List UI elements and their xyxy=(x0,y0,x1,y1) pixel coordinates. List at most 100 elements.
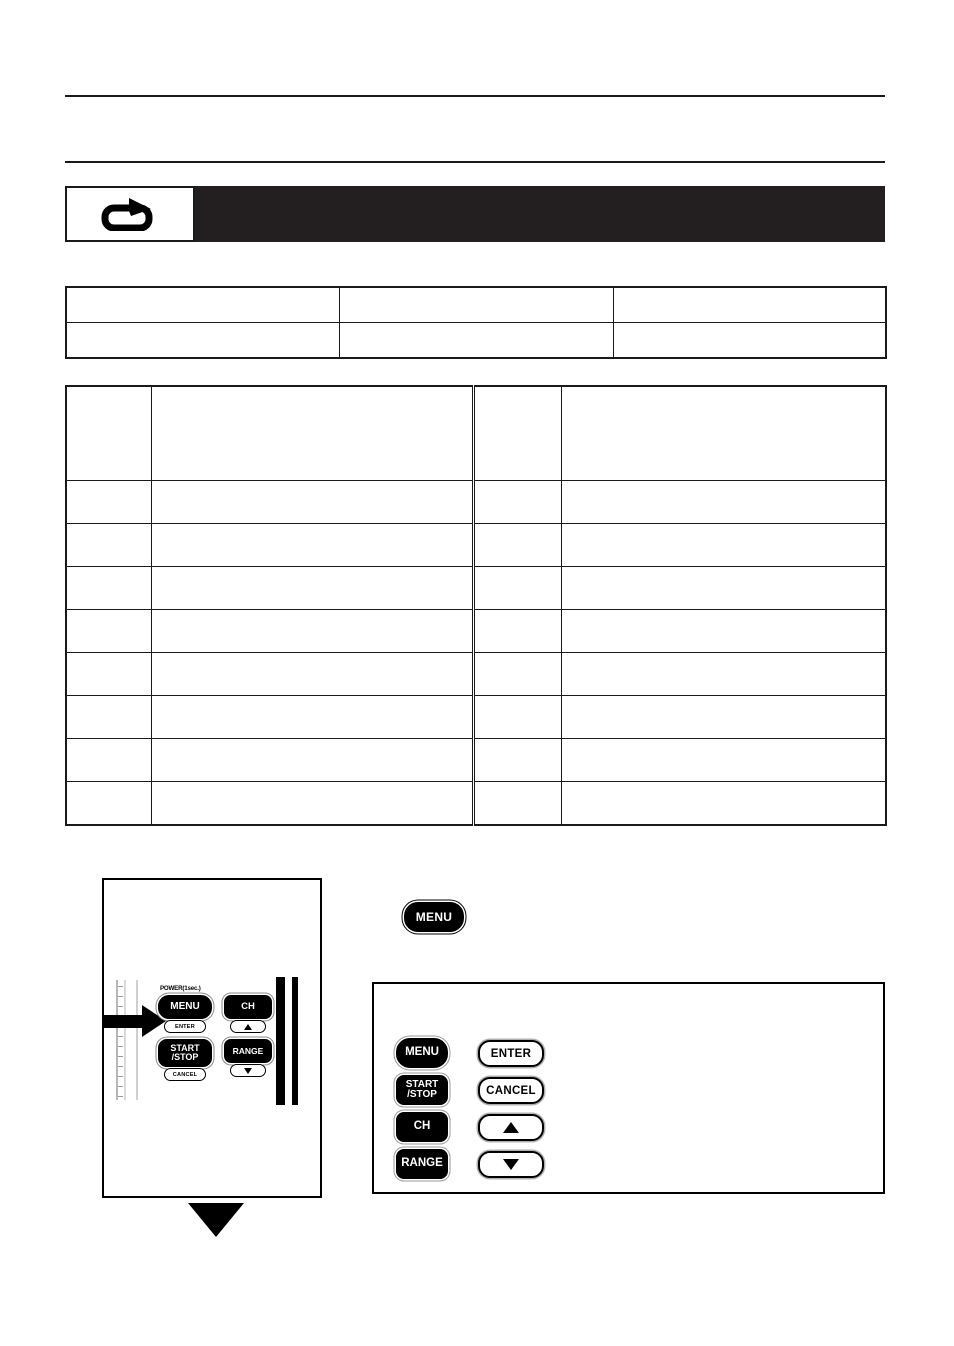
panel-side-bars xyxy=(274,977,302,1105)
table-cell xyxy=(65,566,152,610)
table-cell xyxy=(65,322,340,359)
table-cell xyxy=(150,695,474,739)
table-row xyxy=(65,609,887,653)
header-rule-top xyxy=(65,95,885,97)
table-cell xyxy=(150,781,474,826)
legend-row: RANGE xyxy=(396,1147,596,1184)
table-cell xyxy=(560,781,887,826)
legend-sub-down[interactable] xyxy=(478,1151,544,1178)
table-row xyxy=(65,652,887,696)
table-cell xyxy=(560,609,887,653)
table-cell xyxy=(150,480,474,524)
legend-key-menu[interactable]: MENU xyxy=(396,1038,448,1068)
table-cell xyxy=(612,286,887,323)
table-row xyxy=(65,781,887,826)
table-cell xyxy=(471,566,562,610)
legend-sub-cancel[interactable]: CANCEL xyxy=(478,1077,544,1104)
section-icon-box xyxy=(65,186,195,242)
info-table xyxy=(65,286,887,359)
flow-down-triangle-icon xyxy=(188,1203,244,1237)
table-row xyxy=(65,566,887,610)
legend-sub-enter[interactable]: ENTER xyxy=(478,1040,544,1067)
legend-key-ch[interactable]: CH xyxy=(396,1112,448,1142)
info-table-body xyxy=(65,286,887,359)
device-key-menu[interactable]: MENU xyxy=(158,995,212,1019)
table-cell xyxy=(560,652,887,696)
table-cell xyxy=(560,480,887,524)
scale-line xyxy=(136,980,138,1100)
table-cell xyxy=(150,609,474,653)
table-row xyxy=(65,738,887,782)
table-cell xyxy=(65,385,152,481)
section-banner xyxy=(65,186,885,242)
triangle-up-icon xyxy=(244,1023,252,1030)
device-keypad: POWER(1sec.) MENU ENTER START/STOP CANCE… xyxy=(152,985,272,1110)
legend-box: MENU ENTER START/STOP CANCEL CH RANGE xyxy=(372,982,885,1194)
table-cell xyxy=(65,523,152,567)
table-cell xyxy=(471,652,562,696)
device-key-start-stop[interactable]: START/STOP xyxy=(158,1039,212,1067)
legend-key-range[interactable]: RANGE xyxy=(396,1149,448,1179)
table-row xyxy=(65,385,887,481)
document-page: POWER(1sec.) MENU ENTER START/STOP CANCE… xyxy=(0,0,954,1346)
table-row xyxy=(65,322,887,359)
table-cell xyxy=(612,322,887,359)
table-cell xyxy=(338,286,614,323)
table-cell xyxy=(150,738,474,782)
table-cell xyxy=(560,566,887,610)
table-cell xyxy=(150,385,474,481)
table-cell xyxy=(65,609,152,653)
table-row xyxy=(65,523,887,567)
table-cell xyxy=(560,385,887,481)
table-cell xyxy=(471,385,562,481)
device-subkey-cancel[interactable]: CANCEL xyxy=(164,1068,206,1081)
legend-sub-up[interactable] xyxy=(478,1114,544,1141)
legend-key-start-stop[interactable]: START/STOP xyxy=(396,1075,448,1105)
table-cell xyxy=(150,566,474,610)
table-row xyxy=(65,286,887,323)
triangle-down-icon xyxy=(244,1067,252,1074)
legend-rows: MENU ENTER START/STOP CANCEL CH RANGE xyxy=(396,1036,596,1184)
table-cell xyxy=(560,523,887,567)
table-cell xyxy=(560,695,887,739)
spec-table xyxy=(65,385,887,826)
section-banner-bar xyxy=(195,186,885,242)
table-cell xyxy=(65,480,152,524)
table-row xyxy=(65,480,887,524)
table-cell xyxy=(65,695,152,739)
table-row xyxy=(65,695,887,739)
table-cell xyxy=(471,738,562,782)
legend-row: MENU ENTER xyxy=(396,1036,596,1073)
table-cell xyxy=(338,322,614,359)
device-key-range[interactable]: RANGE xyxy=(224,1039,272,1063)
legend-row: CH xyxy=(396,1110,596,1147)
device-subkey-down[interactable] xyxy=(230,1064,266,1077)
table-cell xyxy=(560,738,887,782)
triangle-up-icon xyxy=(503,1122,519,1133)
table-cell xyxy=(471,695,562,739)
device-subkey-up[interactable] xyxy=(230,1020,266,1033)
table-cell xyxy=(471,781,562,826)
scale-line xyxy=(124,980,126,1100)
table-cell xyxy=(65,286,340,323)
table-cell xyxy=(471,609,562,653)
table-cell xyxy=(150,523,474,567)
table-cell xyxy=(471,523,562,567)
table-cell xyxy=(65,781,152,826)
device-subkey-enter[interactable]: ENTER xyxy=(164,1020,206,1033)
table-cell xyxy=(65,738,152,782)
triangle-down-icon xyxy=(503,1159,519,1170)
table-cell xyxy=(65,652,152,696)
power-label: POWER(1sec.) xyxy=(160,985,201,992)
device-key-ch[interactable]: CH xyxy=(224,995,272,1019)
table-cell xyxy=(150,652,474,696)
device-panel-figure: POWER(1sec.) MENU ENTER START/STOP CANCE… xyxy=(102,878,322,1198)
table-cell xyxy=(471,480,562,524)
scale-strip xyxy=(114,980,148,1100)
header-rule-second xyxy=(65,161,885,163)
menu-callout-button[interactable]: MENU xyxy=(404,902,464,932)
legend-row: START/STOP CANCEL xyxy=(396,1073,596,1110)
redo-loop-icon xyxy=(101,198,153,231)
spec-table-body xyxy=(65,385,887,826)
scale-ticks xyxy=(118,980,124,1100)
